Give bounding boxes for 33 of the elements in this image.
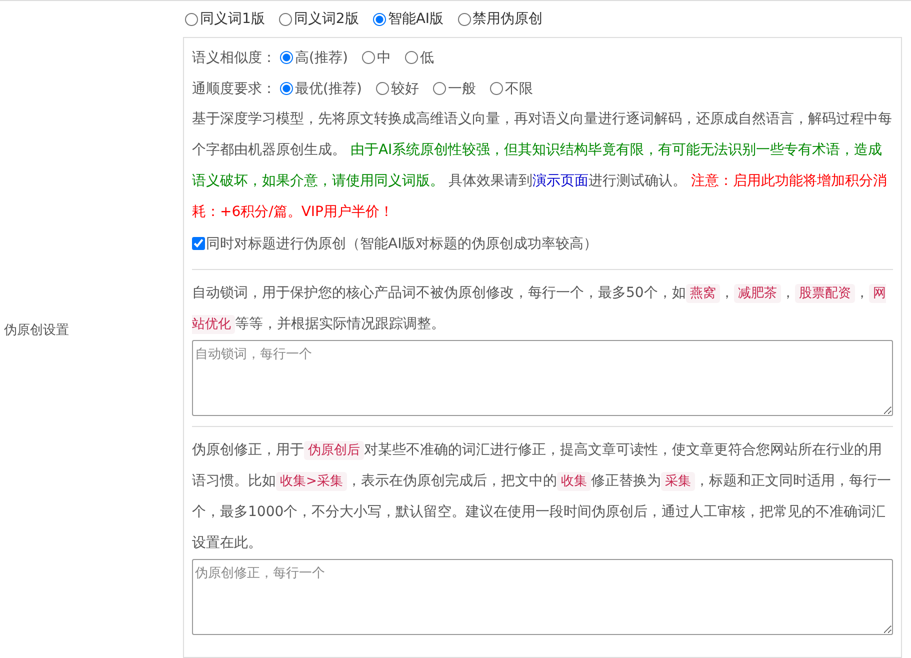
correction-field[interactable]: 伪原创修正，每行一个 [192, 559, 893, 635]
radio-label[interactable]: 最优(推荐) [295, 80, 362, 98]
radio-label[interactable]: 同义词2版 [294, 10, 359, 28]
radio-label[interactable]: 一般 [448, 80, 476, 98]
radio-button[interactable] [185, 12, 198, 26]
lock-words-field[interactable]: 自动锁词，每行一个 [192, 340, 893, 416]
radio-button[interactable] [362, 51, 375, 64]
radio-button[interactable] [280, 82, 293, 95]
description-text: 基于深度学习模型，先将原文转换成高维语义向量，再对语义向量进行逐词解码，还原成自然语言，解码过程中每个字都由机器原创生成。 由于AI系统原创性较强，但其知识结构毕竟有限，有可能无法识别一些专有术语，造成语义破坏，如果介意，请使用同义词版。 具体效果请到演示页面进行测试确认。 注意：启用此功能将增加积分消耗：+6积分/篇。VIP用户半价！ [192, 110, 893, 222]
radio-button[interactable] [458, 12, 471, 26]
demo-page-link[interactable]: 演示页面 [532, 173, 588, 189]
radio-button[interactable] [280, 51, 293, 64]
radio-label[interactable]: 禁用伪原创 [472, 10, 543, 28]
radio-button[interactable] [278, 12, 292, 26]
radio-label[interactable]: 低 [420, 48, 434, 66]
radio-label[interactable]: 同义词1版 [200, 10, 265, 28]
radio-label[interactable]: 高(推荐) [295, 48, 348, 66]
setting-label: 语义相似度： [192, 48, 276, 66]
radio-button[interactable] [432, 82, 446, 95]
radio-label[interactable]: 中 [376, 48, 391, 66]
radio-button[interactable] [404, 51, 418, 64]
section-label: 伪原创设置 [4, 322, 69, 338]
setting-label: 通顺度要求： [192, 80, 276, 98]
correction-text: 伪原创修正，用于 伪原创后 对某些不准确的词汇进行修正，提高文章可读性，使文章更符合您网站所在行业的用语习惯。比如 收集>采集 ，表示在伪原创完成后，把文中的 收集 修正替换为 采集 ，标题和正文同时适用，每行一个，最多1000个，不分大小写，默认留空。建议在使用一段时间伪原创后，通过人工审核，把常见的不准确词汇设置在此。 [192, 440, 892, 553]
lock-words-text: 自动锁词，用于保护您的核心产品词不被伪原创修改，每行一个，最多50个，如 燕窝 ， 减肥茶 ， 股票配资 ， 网站优化 等等，并根据实际情况跟踪调整。 [192, 283, 887, 336]
checkbox[interactable] [192, 237, 205, 250]
radio-button[interactable] [376, 82, 389, 95]
radio-label[interactable]: 较好 [390, 80, 419, 98]
radio-button[interactable] [490, 82, 503, 95]
radio-label[interactable]: 智能AI版 [388, 10, 444, 28]
radio-label[interactable]: 不限 [504, 80, 533, 98]
radio-button[interactable] [372, 12, 386, 26]
checkbox-label[interactable]: 同时对标题进行伪原创（智能AI版对标题的伪原创成功率较高） [206, 234, 598, 252]
